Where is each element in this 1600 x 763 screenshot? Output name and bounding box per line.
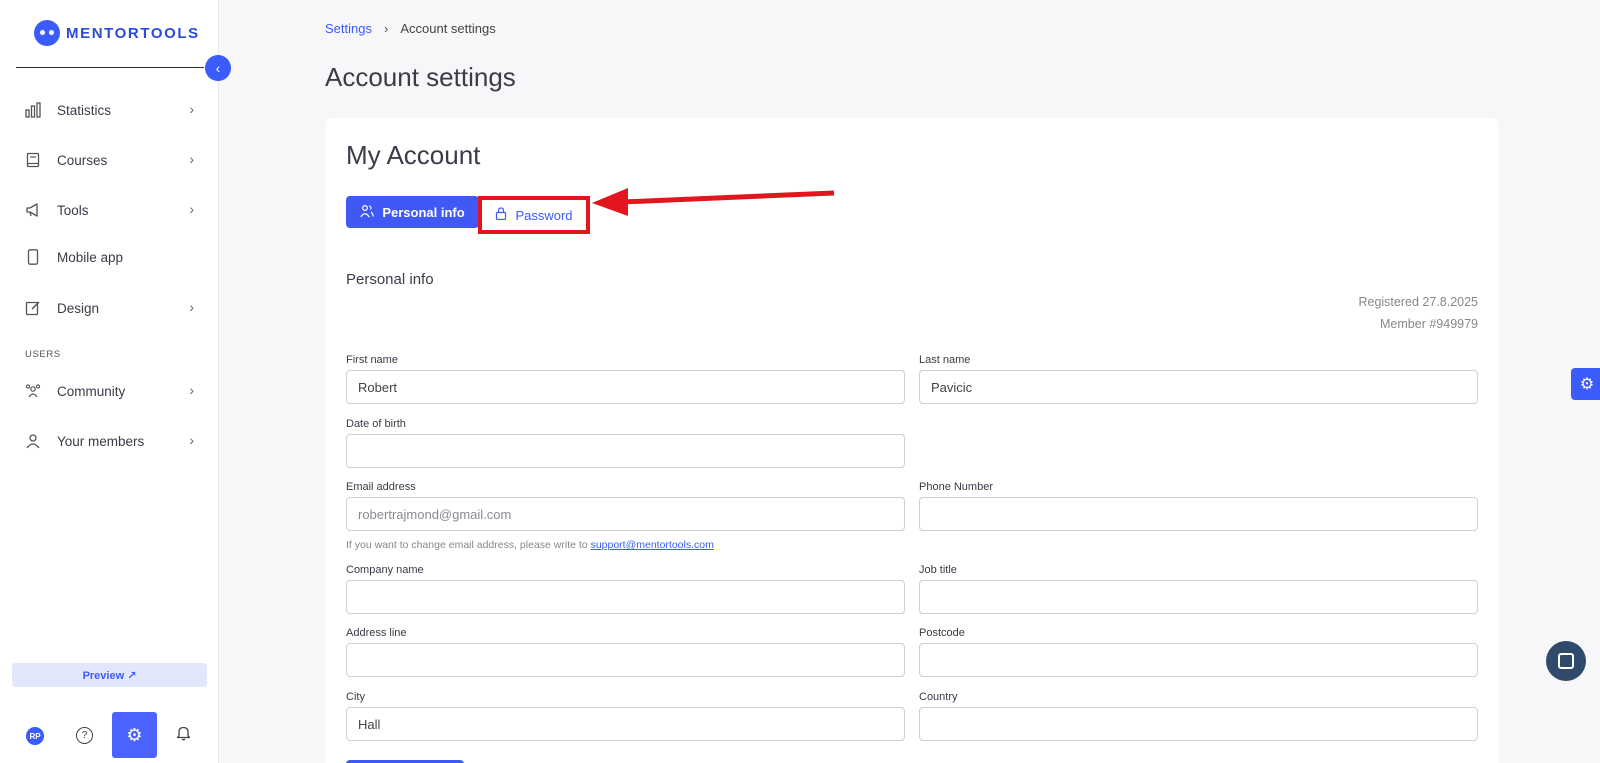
sidebar-item-tools[interactable]: Tools › <box>24 198 194 222</box>
sidebar-item-your-members[interactable]: Your members › <box>24 429 194 453</box>
company-label: Company name <box>346 564 424 576</box>
section-label-users: USERS <box>25 349 61 360</box>
sidebar-item-mobile-app[interactable]: Mobile app <box>24 245 194 269</box>
page-title: Account settings <box>325 62 516 92</box>
chevron-right-icon: › <box>189 299 194 315</box>
sidebar-item-label: Tools <box>57 202 89 218</box>
country-input[interactable] <box>919 707 1478 741</box>
brand-logo[interactable]: MENTORTOOLS <box>34 20 200 46</box>
help-icon[interactable]: ? <box>76 727 93 744</box>
last-name-label: Last name <box>919 354 971 366</box>
floating-settings-button[interactable]: ⚙ <box>1571 368 1600 400</box>
dob-label: Date of birth <box>346 418 406 430</box>
city-label: City <box>346 691 365 703</box>
chevron-right-icon: › <box>189 382 194 398</box>
company-input[interactable] <box>346 580 905 614</box>
member-number: Member #949979 <box>1380 317 1478 331</box>
breadcrumb-current: Account settings <box>400 21 496 36</box>
registered-date: Registered 27.8.2025 <box>1358 295 1478 309</box>
first-name-input[interactable]: Robert <box>346 370 905 404</box>
sidebar-item-label: Your members <box>57 433 145 449</box>
bell-icon[interactable] <box>176 725 191 745</box>
section-title-personal-info: Personal info <box>346 271 434 288</box>
email-helper-text: If you want to change email address, ple… <box>346 539 714 551</box>
address-input[interactable] <box>346 643 905 677</box>
last-name-input[interactable]: Pavicic <box>919 370 1478 404</box>
chevron-right-icon: › <box>189 432 194 448</box>
city-input[interactable]: Hall <box>346 707 905 741</box>
chat-support-button[interactable] <box>1546 641 1586 681</box>
support-email-link[interactable]: support@mentortools.com <box>591 539 714 551</box>
email-label: Email address <box>346 481 416 493</box>
preview-button[interactable]: Preview ↗ <box>12 663 207 687</box>
sidebar-divider <box>16 67 204 68</box>
red-arrow-annotation-icon <box>592 188 835 216</box>
sidebar-item-label: Community <box>57 383 126 399</box>
gear-icon: ⚙ <box>1579 376 1595 393</box>
sidebar-item-label: Statistics <box>57 102 112 118</box>
phone-label: Phone Number <box>919 481 993 493</box>
megaphone-icon <box>24 201 42 219</box>
bar-chart-icon <box>24 101 42 119</box>
email-helper-message: If you want to change email address, ple… <box>346 539 588 551</box>
chevron-right-icon: › <box>189 201 194 217</box>
group-icon <box>24 382 42 400</box>
first-name-label: First name <box>346 354 398 366</box>
sidebar-bottom-bar: RP ? ⚙ <box>0 711 219 759</box>
job-title-input[interactable] <box>919 580 1478 614</box>
sidebar-item-label: Courses <box>57 152 108 168</box>
lock-icon <box>495 207 507 223</box>
sidebar-item-statistics[interactable]: Statistics › <box>24 98 194 122</box>
email-input[interactable]: robertrajmond@gmail.com <box>346 497 905 531</box>
collapse-sidebar-button[interactable]: ‹ <box>205 55 231 81</box>
sidebar-item-design[interactable]: Design › <box>24 296 194 320</box>
postcode-input[interactable] <box>919 643 1478 677</box>
tab-label: Password <box>515 207 573 223</box>
country-label: Country <box>919 691 958 703</box>
tab-personal-info[interactable]: Personal info <box>346 196 479 228</box>
phone-icon <box>24 248 42 266</box>
user-icon <box>24 432 42 450</box>
robot-logo-icon <box>34 20 60 46</box>
tab-password[interactable]: Password <box>478 196 590 234</box>
account-card: My Account Personal info Password Person… <box>326 118 1498 763</box>
settings-gear-button[interactable]: ⚙ <box>112 712 157 758</box>
sidebar-item-community[interactable]: Community › <box>24 379 194 403</box>
breadcrumb-settings-link[interactable]: Settings <box>325 21 372 36</box>
chevron-right-icon: › <box>189 151 194 167</box>
address-label: Address line <box>346 627 407 639</box>
breadcrumb: Settings › Account settings <box>325 21 496 36</box>
chevron-left-icon: ‹ <box>215 60 221 76</box>
sidebar-item-label: Mobile app <box>57 249 124 265</box>
card-title: My Account <box>346 140 481 170</box>
postcode-label: Postcode <box>919 627 965 639</box>
sidebar-item-courses[interactable]: Courses › <box>24 148 194 172</box>
sidebar-item-label: Design <box>57 300 100 316</box>
chat-icon <box>1558 653 1574 669</box>
brand-name: MENTORTOOLS <box>66 24 200 42</box>
job-title-label: Job title <box>919 564 957 576</box>
book-icon <box>24 151 42 169</box>
chevron-right-icon: › <box>383 21 389 36</box>
dob-input[interactable] <box>346 434 905 468</box>
chevron-right-icon: › <box>189 101 194 117</box>
tab-label: Personal info <box>382 204 465 220</box>
users-icon <box>360 204 375 221</box>
pencil-icon <box>24 299 42 317</box>
sidebar: MENTORTOOLS Statistics › Courses › Tools… <box>0 0 219 763</box>
gear-icon: ⚙ <box>126 724 143 745</box>
phone-input[interactable] <box>919 497 1478 531</box>
avatar[interactable]: RP <box>26 727 44 745</box>
